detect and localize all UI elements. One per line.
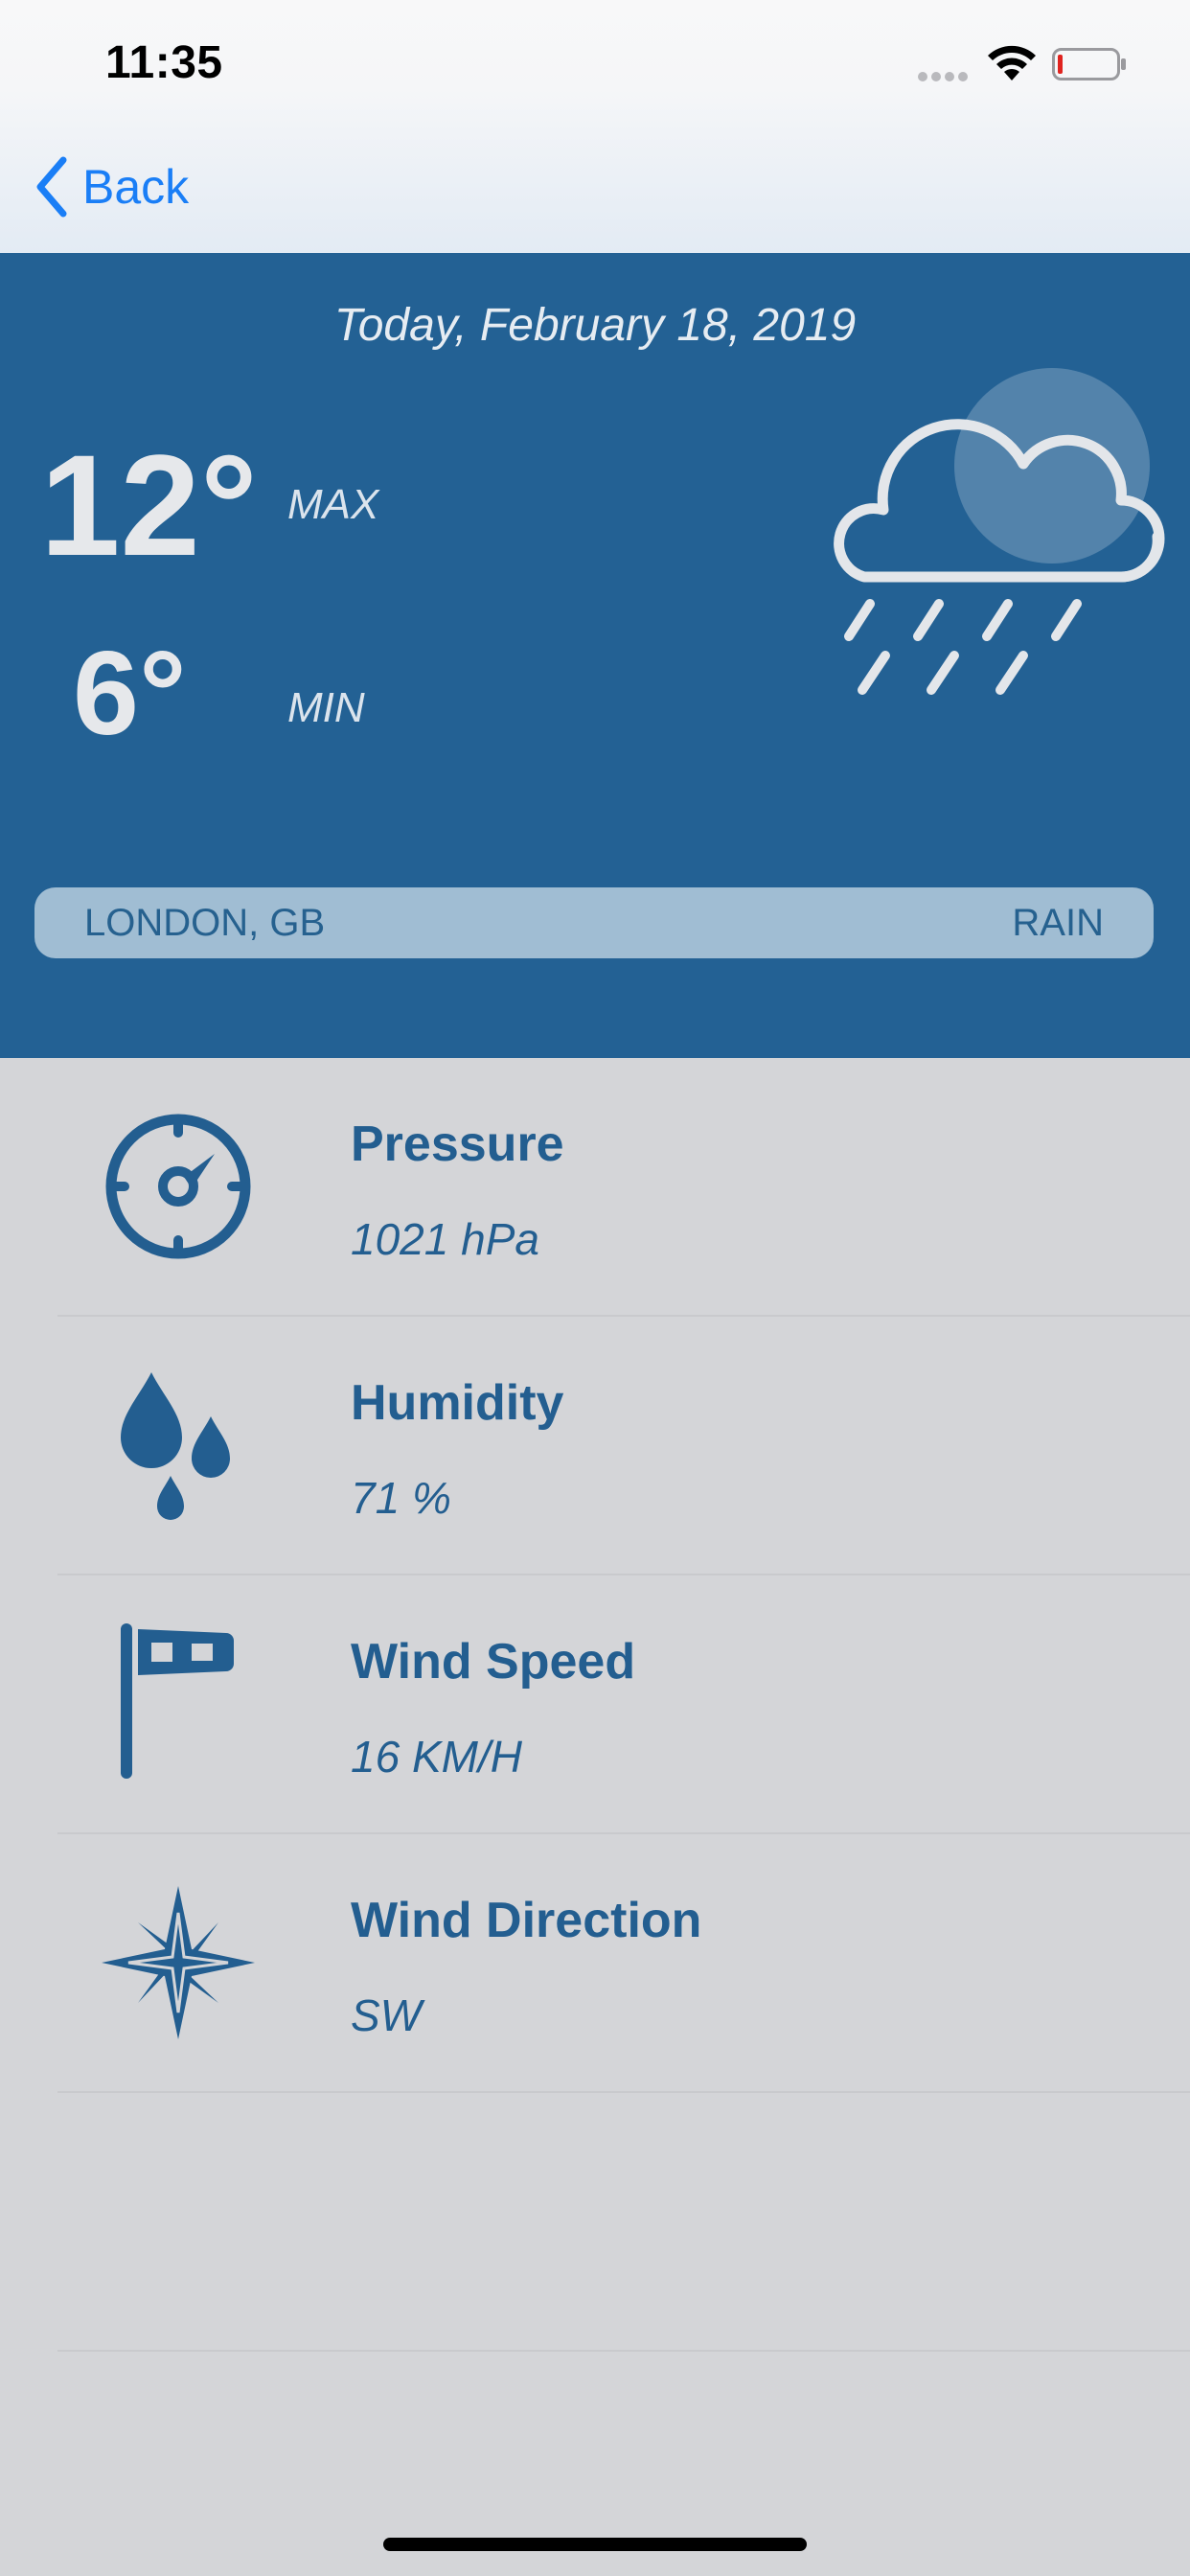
- detail-row-wind-speed: Wind Speed 16 KM/H: [0, 1576, 1190, 1834]
- back-label: Back: [82, 160, 190, 214]
- detail-value: 71 %: [351, 1473, 451, 1523]
- weather-details-list: Pressure 1021 hPa Humidity 71 % Wind Spe…: [0, 1058, 1190, 2352]
- compass-rose-icon: [102, 1886, 255, 2039]
- detail-title: Humidity: [351, 1375, 564, 1431]
- max-temperature: 12°: [40, 425, 258, 586]
- weather-summary: Today, February 18, 2019 12° MAX 6° MIN …: [0, 253, 1190, 1058]
- detail-row-wind-direction: Wind Direction SW: [0, 1834, 1190, 2093]
- compass-gauge-icon: [105, 1114, 251, 1259]
- row-divider: [57, 2350, 1190, 2352]
- min-label: MIN: [287, 684, 365, 731]
- forecast-date: Today, February 18, 2019: [333, 300, 857, 351]
- detail-title: Wind Direction: [351, 1893, 702, 1948]
- location-label: LONDON, GB: [84, 901, 326, 944]
- empty-row: [0, 2093, 1190, 2352]
- detail-title: Pressure: [351, 1116, 564, 1172]
- detail-value: 16 KM/H: [351, 1732, 522, 1782]
- chevron-left-icon: [36, 156, 67, 218]
- condition-label: RAIN: [1012, 901, 1104, 944]
- location-condition-bar: LONDON, GB RAIN: [34, 887, 1154, 958]
- home-indicator[interactable]: [383, 2538, 807, 2551]
- cloud-rain-sun-icon: [834, 368, 1165, 695]
- status-time: 11:35: [105, 37, 223, 88]
- water-drops-icon: [121, 1372, 230, 1520]
- cellular-signal-icon: [918, 69, 972, 86]
- detail-value: SW: [351, 1990, 423, 2040]
- detail-row-pressure: Pressure 1021 hPa: [0, 1058, 1190, 1317]
- min-temperature: 6°: [73, 628, 187, 760]
- windsock-icon: [121, 1623, 234, 1779]
- back-button[interactable]: Back: [34, 153, 189, 220]
- navigation-bar: 11:35 Back: [0, 0, 1190, 253]
- status-bar: 11:35: [0, 0, 1190, 134]
- detail-value: 1021 hPa: [351, 1214, 539, 1264]
- wifi-icon: [988, 45, 1036, 80]
- battery-icon: [1052, 48, 1126, 80]
- detail-title: Wind Speed: [351, 1634, 636, 1690]
- detail-row-humidity: Humidity 71 %: [0, 1317, 1190, 1576]
- max-label: MAX: [287, 481, 379, 528]
